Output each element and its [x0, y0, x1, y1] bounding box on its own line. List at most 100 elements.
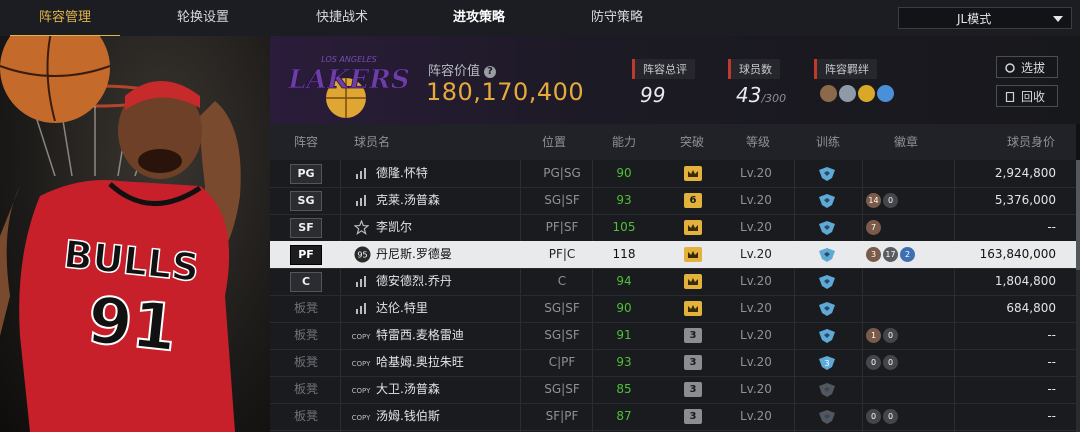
- bond-icon-bronze[interactable]: [820, 85, 837, 102]
- training-shield-icon[interactable]: [818, 193, 836, 209]
- training-shield-icon[interactable]: [818, 166, 836, 182]
- star-icon: [354, 220, 369, 235]
- badge-count[interactable]: 0: [883, 328, 898, 343]
- badge-count[interactable]: 0: [866, 409, 881, 424]
- recycle-button[interactable]: 回收: [996, 85, 1058, 107]
- refresh-icon: [1005, 63, 1015, 73]
- svg-text:COPY: COPY: [352, 414, 371, 422]
- table-row[interactable]: PG 德隆.怀特 PG|SG 90 Lv.20 2,924,800: [270, 160, 1076, 188]
- lineup-position-badge: PG: [290, 164, 322, 184]
- player-name[interactable]: 达伦.特里: [376, 295, 428, 322]
- training-shield-icon[interactable]: [818, 328, 836, 344]
- training-shield-icon[interactable]: 3: [818, 355, 836, 371]
- badge-count[interactable]: 1: [866, 328, 881, 343]
- tab-rotation-settings[interactable]: 轮换设置: [148, 0, 258, 36]
- badge-count[interactable]: 0: [883, 355, 898, 370]
- scrollbar-thumb[interactable]: [1076, 160, 1080, 270]
- player-name[interactable]: 哈基姆.奥拉朱旺: [376, 349, 464, 376]
- table-row[interactable]: SG 克莱.汤普森 SG|SF 93 6 Lv.20 14 0 5,376,000: [270, 187, 1076, 215]
- player-position: PF|SF: [545, 220, 579, 234]
- lineup-position-badge: SG: [290, 191, 322, 211]
- crown-icon: [684, 166, 702, 181]
- col-ability: 能力: [612, 135, 637, 149]
- table-row[interactable]: 板凳 COPY 汤姆.钱伯斯 SF|PF 87 3 Lv.20 0 0 --: [270, 403, 1076, 431]
- bench-label: 板凳: [294, 382, 319, 396]
- badge-count[interactable]: 0: [883, 409, 898, 424]
- lineup-value: 180,170,400: [426, 78, 585, 106]
- signal-bars-icon: [356, 195, 366, 206]
- lineup-bond-label: 阵容羁绊: [814, 59, 877, 79]
- training-locked-icon[interactable]: [818, 409, 836, 425]
- player-ability: 93: [616, 193, 632, 207]
- table-row[interactable]: SF 李凯尔 PF|SF 105 Lv.20 7 --: [270, 214, 1076, 242]
- copy-tag-icon: COPY: [352, 360, 371, 368]
- signal-bars-icon: [356, 168, 366, 179]
- table-row[interactable]: 板凳 达伦.特里 SG|SF 90 Lv.20 684,800: [270, 295, 1076, 323]
- player-ability: 94: [616, 274, 632, 288]
- lineup-position-badge: C: [290, 272, 322, 292]
- breakthrough-value: 6: [689, 195, 697, 206]
- breakthrough-value: 3: [689, 330, 697, 341]
- player-name[interactable]: 大卫.汤普森: [376, 376, 440, 403]
- player-name[interactable]: 李凯尔: [376, 214, 412, 241]
- training-shield-icon[interactable]: [818, 247, 836, 263]
- breakthrough-value: 3: [689, 384, 697, 395]
- player-name[interactable]: 德隆.怀特: [376, 160, 428, 187]
- badge-count[interactable]: 0: [866, 355, 881, 370]
- bond-icon-gold[interactable]: [858, 85, 875, 102]
- badge-count[interactable]: 17: [883, 247, 898, 262]
- table-row[interactable]: 板凳 COPY 哈基姆.奥拉朱旺 C|PF 93 3 Lv.20 3 0 0 --: [270, 349, 1076, 377]
- player-name[interactable]: 德安德烈.乔丹: [376, 268, 452, 295]
- player-value: 5,376,000: [994, 193, 1056, 207]
- tab-quick-tactics[interactable]: 快捷战术: [287, 0, 397, 36]
- table-scrollbar[interactable]: [1076, 160, 1080, 432]
- svg-text:COPY: COPY: [352, 333, 371, 341]
- tab-offense-strategy[interactable]: 进攻策略: [424, 0, 534, 36]
- player-position: SG|SF: [544, 382, 580, 396]
- bond-icon-silver[interactable]: [839, 85, 856, 102]
- crown-glyph-icon: [688, 278, 698, 285]
- training-shield-icon[interactable]: [818, 220, 836, 236]
- player-value: --: [1047, 382, 1056, 396]
- help-icon[interactable]: ?: [484, 65, 497, 78]
- table-row[interactable]: PF 95 丹尼斯.罗德曼 PF|C 118 Lv.20 3 17 2 163,840,000: [270, 241, 1076, 269]
- lineup-value-label: 阵容价值?: [428, 60, 497, 79]
- copy-tag-icon: COPY: [352, 387, 371, 395]
- training-shield-icon[interactable]: [818, 274, 836, 290]
- badge-count[interactable]: 2: [900, 247, 915, 262]
- player-position: C: [557, 274, 567, 288]
- crown-icon: [684, 274, 702, 289]
- col-badges: 徽章: [894, 135, 919, 149]
- bench-label: 板凳: [294, 409, 319, 423]
- svg-text:COPY: COPY: [352, 387, 371, 395]
- col-player-name: 球员名: [354, 135, 391, 149]
- player-name[interactable]: 克莱.汤普森: [376, 187, 440, 214]
- player-level: Lv.20: [740, 355, 772, 369]
- badge-count[interactable]: 7: [866, 220, 881, 235]
- table-row[interactable]: 板凳 COPY 大卫.汤普森 SG|SF 85 3 Lv.20 --: [270, 376, 1076, 404]
- tab-defense-strategy[interactable]: 防守策略: [562, 0, 672, 36]
- badge-count[interactable]: 14: [866, 193, 881, 208]
- player-name[interactable]: 丹尼斯.罗德曼: [376, 241, 452, 268]
- training-shield-icon[interactable]: [818, 301, 836, 317]
- table-row[interactable]: 板凳 COPY 特雷西.麦格雷迪 SG|SF 91 3 Lv.20 1 0 --: [270, 322, 1076, 350]
- lineup-rating-value: 99: [640, 83, 666, 107]
- badge-count[interactable]: 0: [883, 193, 898, 208]
- col-lineup: 阵容: [294, 135, 319, 149]
- col-breakthrough: 突破: [680, 135, 705, 149]
- select-button[interactable]: 选拔: [996, 56, 1058, 78]
- mode-select[interactable]: JL模式: [898, 7, 1072, 29]
- tab-lineup-management[interactable]: 阵容管理: [10, 0, 120, 37]
- copy-tag-icon: COPY: [352, 333, 371, 341]
- bond-icon-blue[interactable]: [877, 85, 894, 102]
- player-level: Lv.20: [740, 193, 772, 207]
- badge-count[interactable]: 3: [866, 247, 881, 262]
- col-position: 位置: [542, 135, 567, 149]
- table-row[interactable]: C 德安德烈.乔丹 C 94 Lv.20 1,804,800: [270, 268, 1076, 296]
- breakthrough-badge: 3: [684, 409, 702, 424]
- training-locked-icon[interactable]: [818, 382, 836, 398]
- rating-95-icon: 95: [354, 246, 371, 263]
- player-name[interactable]: 特雷西.麦格雷迪: [376, 322, 464, 349]
- player-value: --: [1047, 220, 1056, 234]
- player-name[interactable]: 汤姆.钱伯斯: [376, 403, 440, 430]
